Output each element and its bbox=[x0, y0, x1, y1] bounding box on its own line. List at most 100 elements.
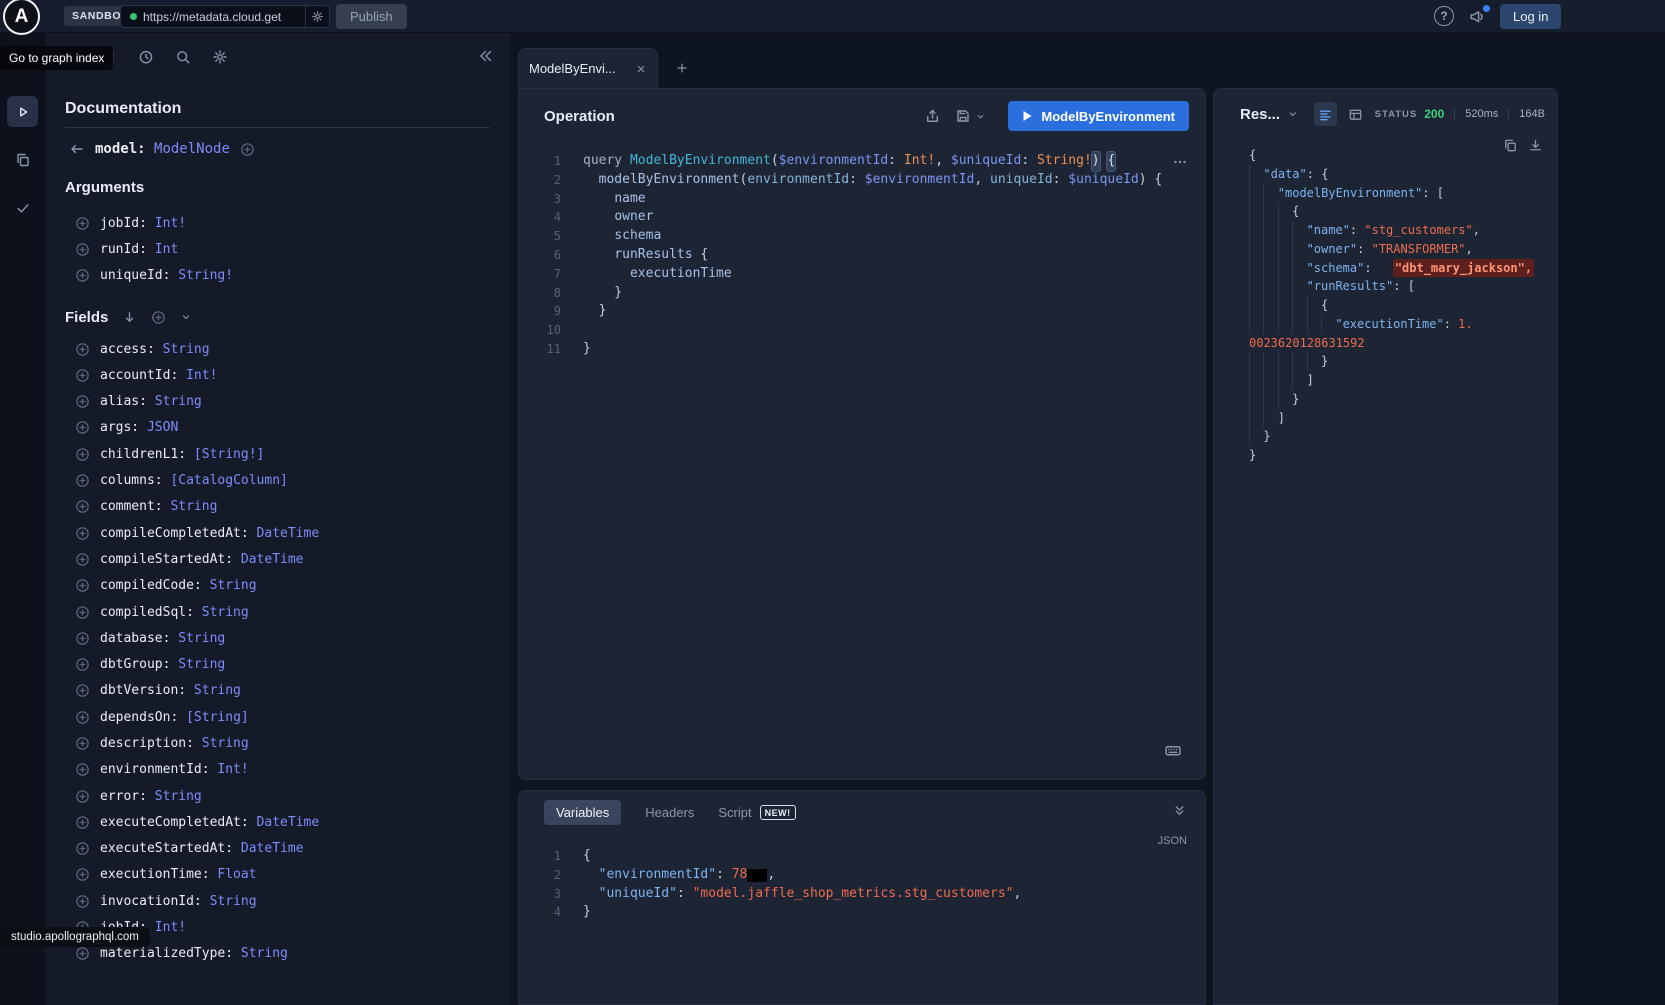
code-token: ModelByEnvironment bbox=[630, 152, 771, 171]
doc-field-row[interactable]: access: String bbox=[45, 336, 510, 362]
doc-field-row[interactable]: executeCompletedAt: DateTime bbox=[45, 809, 510, 835]
download-response-icon[interactable] bbox=[1528, 138, 1543, 153]
response-body[interactable]: {"data": {"modelByEnvironment": [{"name"… bbox=[1214, 134, 1557, 465]
indent-guide bbox=[1249, 184, 1263, 203]
code-token: owner bbox=[614, 208, 653, 227]
search-icon[interactable] bbox=[175, 49, 191, 65]
operation-editor[interactable]: 1query ModelByEnvironment($environmentId… bbox=[519, 140, 1205, 359]
sidebar-item-schema[interactable] bbox=[7, 144, 38, 175]
run-operation-button[interactable]: ModelByEnvironment bbox=[1008, 101, 1189, 131]
collapse-docs-icon[interactable] bbox=[478, 48, 494, 64]
doc-field-row[interactable]: comment: String bbox=[45, 494, 510, 520]
doc-field-row[interactable]: childrenL1: [String!] bbox=[45, 441, 510, 467]
doc-field-row[interactable]: dbtGroup: String bbox=[45, 651, 510, 677]
settings-gear-icon[interactable] bbox=[212, 49, 228, 65]
doc-field-row[interactable]: columns: [CatalogColumn] bbox=[45, 467, 510, 493]
view-raw-button[interactable] bbox=[1314, 102, 1337, 126]
history-icon[interactable] bbox=[138, 49, 154, 65]
add-field-icon[interactable] bbox=[75, 631, 90, 646]
view-table-button[interactable] bbox=[1344, 102, 1367, 126]
doc-field-row[interactable]: invocationId: String bbox=[45, 888, 510, 914]
tab-variables[interactable]: Variables bbox=[544, 800, 621, 825]
close-tab-icon[interactable] bbox=[635, 63, 647, 75]
add-field-icon[interactable] bbox=[75, 710, 90, 725]
add-field-icon[interactable] bbox=[75, 683, 90, 698]
code-token: "TRANSFORMER" bbox=[1372, 240, 1466, 259]
doc-field-row[interactable]: compiledSql: String bbox=[45, 599, 510, 625]
doc-field-row[interactable]: description: String bbox=[45, 730, 510, 756]
add-field-icon[interactable] bbox=[75, 736, 90, 751]
doc-field-row[interactable]: error: String bbox=[45, 783, 510, 809]
help-button[interactable]: ? bbox=[1434, 6, 1454, 26]
add-field-icon[interactable] bbox=[75, 657, 90, 672]
doc-field-row[interactable]: compiledCode: String bbox=[45, 573, 510, 599]
doc-field-row[interactable]: runId: Int bbox=[45, 236, 510, 262]
doc-field-row[interactable]: database: String bbox=[45, 625, 510, 651]
share-icon[interactable] bbox=[924, 108, 941, 125]
sort-fields-icon[interactable] bbox=[122, 310, 137, 325]
add-field-icon[interactable] bbox=[75, 789, 90, 804]
add-field-icon[interactable] bbox=[75, 867, 90, 882]
doc-field-row[interactable]: jobId: Int! bbox=[45, 210, 510, 236]
publish-button[interactable]: Publish bbox=[336, 4, 407, 29]
notifications-button[interactable] bbox=[1468, 8, 1488, 26]
variables-editor[interactable]: 1{2 "environmentId": 78,3 "uniqueId": "m… bbox=[519, 847, 1205, 922]
doc-field-row[interactable]: environmentId: Int! bbox=[45, 757, 510, 783]
sidebar-item-explorer[interactable] bbox=[7, 96, 38, 127]
add-all-fields-icon[interactable] bbox=[240, 142, 255, 157]
add-field-icon[interactable] bbox=[75, 946, 90, 961]
add-field-icon[interactable] bbox=[75, 342, 90, 357]
operation-tab[interactable]: ModelByEnvi... bbox=[518, 48, 658, 88]
add-field-icon[interactable] bbox=[75, 815, 90, 830]
add-field-icon[interactable] bbox=[75, 447, 90, 462]
add-field-icon[interactable] bbox=[75, 578, 90, 593]
doc-field-row[interactable]: accountId: Int! bbox=[45, 362, 510, 388]
chevron-down-icon[interactable] bbox=[180, 311, 192, 323]
add-field-icon[interactable] bbox=[75, 394, 90, 409]
login-button[interactable]: Log in bbox=[1500, 4, 1561, 29]
doc-field-row[interactable]: executeStartedAt: DateTime bbox=[45, 836, 510, 862]
model-label: model: bbox=[95, 141, 146, 157]
doc-field-row[interactable]: dbtVersion: String bbox=[45, 678, 510, 704]
doc-field-row[interactable]: uniqueId: String! bbox=[45, 263, 510, 289]
add-field-icon[interactable] bbox=[75, 242, 90, 257]
tab-script[interactable]: Script bbox=[718, 805, 751, 820]
doc-field-row[interactable]: dependsOn: [String] bbox=[45, 704, 510, 730]
doc-field-row[interactable]: alias: String bbox=[45, 388, 510, 414]
doc-field-row[interactable]: executionTime: Float bbox=[45, 862, 510, 888]
field-type: String bbox=[241, 946, 288, 961]
more-options-icon[interactable] bbox=[1171, 154, 1189, 170]
endpoint-url-input[interactable]: https://metadata.cloud.get bbox=[120, 5, 330, 28]
add-field-icon[interactable] bbox=[75, 526, 90, 541]
chevron-down-icon[interactable] bbox=[1287, 108, 1299, 120]
add-field-icon[interactable] bbox=[75, 420, 90, 435]
add-field-icon[interactable] bbox=[75, 368, 90, 383]
add-field-icon[interactable] bbox=[75, 552, 90, 567]
add-field-icon[interactable] bbox=[75, 894, 90, 909]
endpoint-settings-button[interactable] bbox=[305, 6, 329, 27]
chevron-down-icon[interactable] bbox=[975, 111, 986, 122]
add-fields-icon[interactable] bbox=[151, 310, 166, 325]
doc-field-row[interactable]: compileStartedAt: DateTime bbox=[45, 546, 510, 572]
save-button[interactable] bbox=[955, 108, 986, 124]
model-type[interactable]: ModelNode bbox=[154, 141, 230, 157]
status-code: 200 bbox=[1424, 107, 1444, 121]
add-field-icon[interactable] bbox=[75, 473, 90, 488]
add-field-icon[interactable] bbox=[75, 841, 90, 856]
back-arrow-icon[interactable] bbox=[69, 141, 85, 157]
new-tab-button[interactable] bbox=[670, 56, 694, 80]
tab-headers[interactable]: Headers bbox=[645, 805, 694, 820]
doc-field-row[interactable]: compileCompletedAt: DateTime bbox=[45, 520, 510, 546]
sidebar-item-checklist[interactable] bbox=[7, 192, 38, 223]
response-title[interactable]: Res... bbox=[1240, 106, 1280, 123]
add-field-icon[interactable] bbox=[75, 268, 90, 283]
collapse-panel-icon[interactable] bbox=[1172, 803, 1187, 818]
doc-field-row[interactable]: args: JSON bbox=[45, 415, 510, 441]
add-field-icon[interactable] bbox=[75, 762, 90, 777]
copy-response-icon[interactable] bbox=[1503, 138, 1518, 153]
keyboard-shortcuts-icon[interactable] bbox=[1163, 742, 1183, 759]
add-field-icon[interactable] bbox=[75, 216, 90, 231]
add-field-icon[interactable] bbox=[75, 499, 90, 514]
add-field-icon[interactable] bbox=[75, 605, 90, 620]
code-line: 5 schema bbox=[519, 227, 1205, 246]
